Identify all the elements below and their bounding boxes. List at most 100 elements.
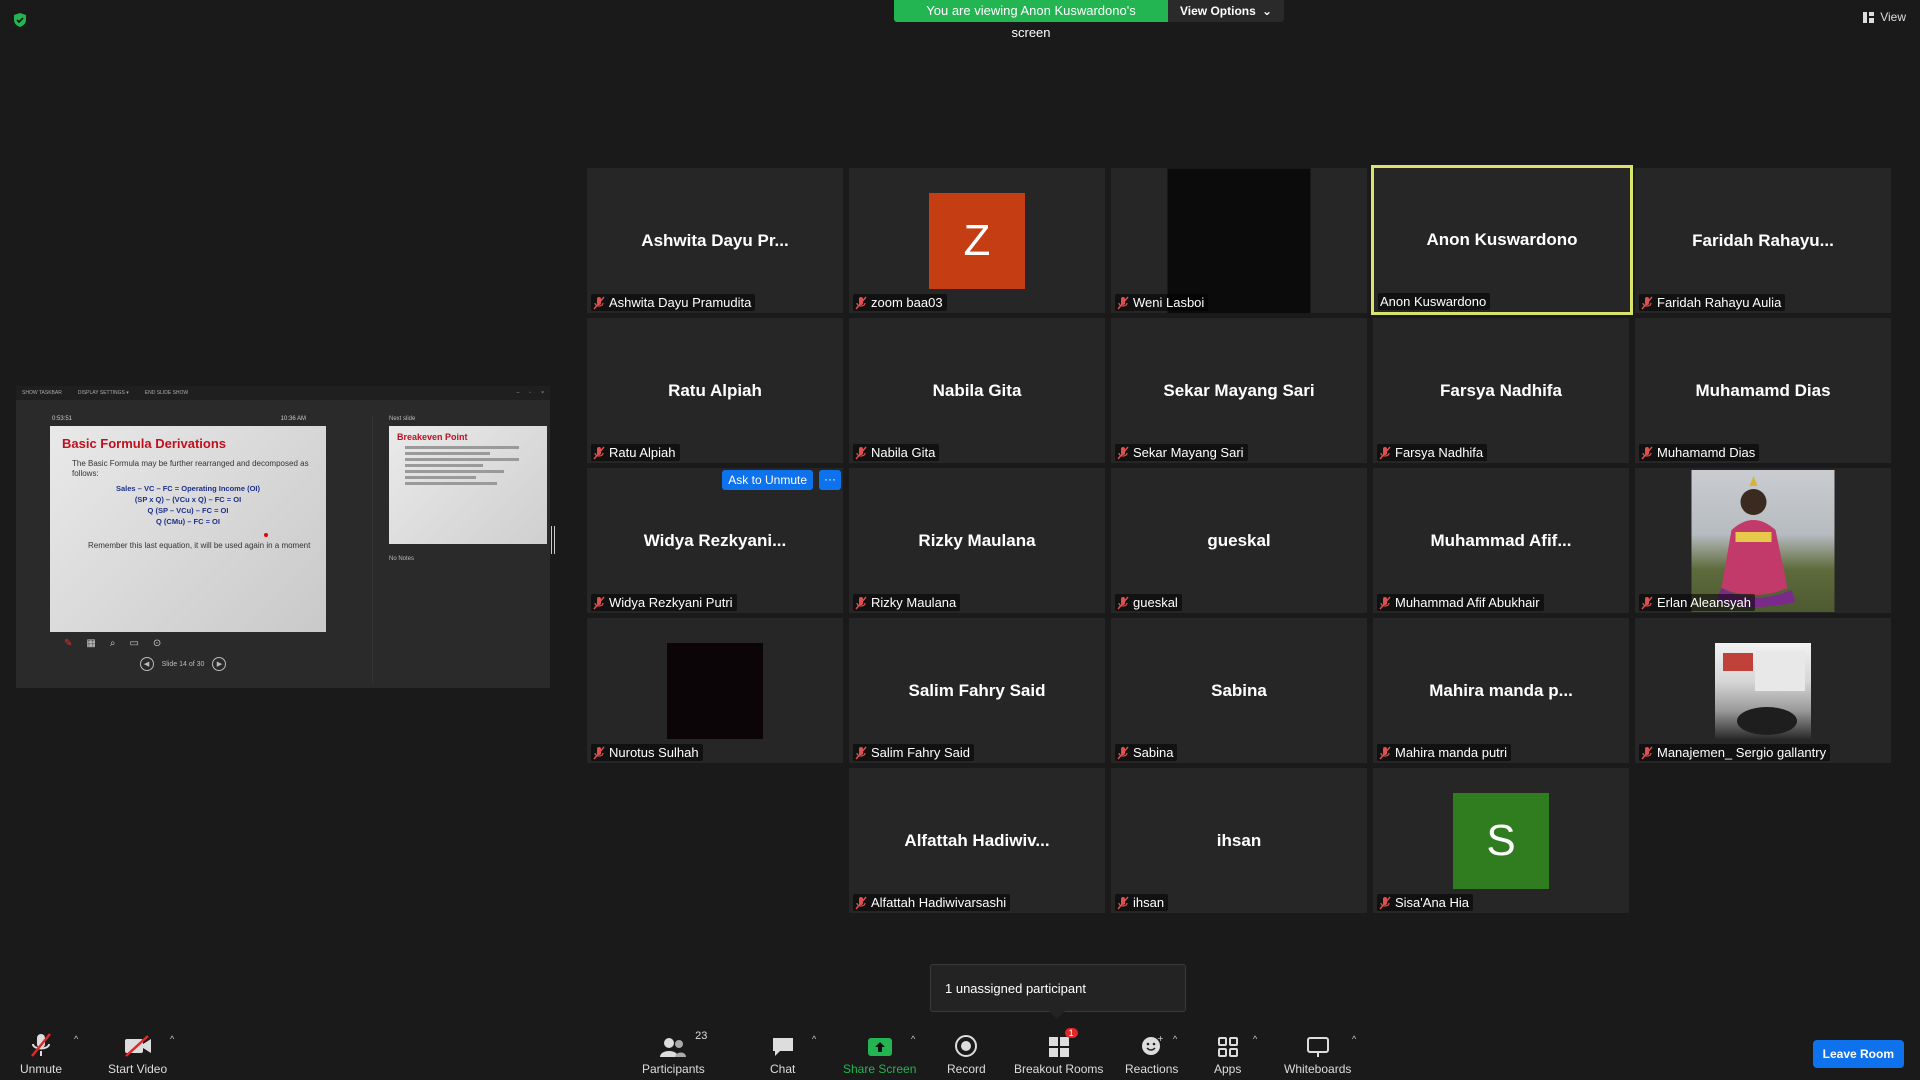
chat-label: Chat <box>770 1062 796 1076</box>
muted-mic-icon <box>1641 446 1653 460</box>
participant-tile[interactable]: Widya Rezkyani... Ask to Unmute ··· Widya R… <box>587 468 843 613</box>
chat-button[interactable]: Chat <box>770 1032 795 1076</box>
participant-name-label: gueskal <box>1115 594 1182 611</box>
pen-icon[interactable]: ✎ <box>64 638 72 649</box>
show-taskbar-item: SHOW TASKBAR <box>22 390 62 396</box>
ask-to-unmute-button[interactable]: Ask to Unmute <box>722 470 813 490</box>
apps-options-caret[interactable]: ^ <box>1253 1034 1257 1044</box>
participant-tile[interactable]: Mahira manda p... Mahira manda putri <box>1373 618 1629 763</box>
participant-tile[interactable]: Manajemen_ Sergio gallantry <box>1635 618 1891 763</box>
participant-tile[interactable]: Faridah Rahayu... Faridah Rahayu Aulia <box>1635 168 1891 313</box>
participant-tile[interactable]: Ratu Alpiah Ratu Alpiah <box>587 318 843 463</box>
next-slide-line <box>405 452 491 455</box>
reactions-button[interactable]: + Reactions <box>1125 1032 1178 1076</box>
participant-tile[interactable]: gueskal gueskal <box>1111 468 1367 613</box>
next-slide-label: Next slide <box>389 416 416 422</box>
view-options-label: View Options <box>1180 4 1256 18</box>
participant-tile[interactable]: Alfattah Hadiwiv... Alfattah Hadiwivarsas… <box>849 768 1105 913</box>
display-settings-item: DISPLAY SETTINGS ▾ <box>77 390 129 396</box>
participant-tile[interactable]: Farsya Nadhifa Farsya Nadhifa <box>1373 318 1629 463</box>
breakout-rooms-button[interactable]: 1 Breakout Rooms <box>1014 1028 1103 1076</box>
chat-icon <box>772 1038 793 1056</box>
record-button[interactable]: Record <box>947 1032 986 1076</box>
next-slide-line <box>405 446 519 449</box>
more-options-icon[interactable]: ⊙ <box>153 638 161 649</box>
participant-video <box>1715 642 1811 739</box>
participant-tile[interactable]: Muhammad Afif... Muhammad Afif Abukhair <box>1373 468 1629 613</box>
participant-tile[interactable]: Nabila Gita Nabila Gita <box>849 318 1105 463</box>
reactions-options-caret[interactable]: ^ <box>1173 1034 1177 1044</box>
previous-slide-icon[interactable]: ◀ <box>139 657 154 671</box>
participant-name-label: Faridah Rahayu Aulia <box>1639 294 1786 311</box>
all-slides-icon[interactable]: ▦ <box>86 638 95 649</box>
participant-video <box>667 642 763 739</box>
next-slide-line <box>405 476 476 479</box>
participant-tile[interactable]: Rizky Maulana Rizky Maulana <box>849 468 1105 613</box>
participant-name: Muhammad Afif Abukhair <box>1395 595 1540 610</box>
muted-mic-icon <box>1379 746 1391 760</box>
more-options-icon[interactable]: ··· <box>819 470 841 490</box>
viewing-screen-text: You are viewing Anon Kuswardono's screen <box>894 0 1168 40</box>
participant-name: gueskal <box>1133 595 1178 610</box>
muted-mic-icon <box>1641 296 1653 310</box>
pointer-icon[interactable]: ▭ <box>129 638 138 649</box>
participant-display-name: ihsan <box>1216 830 1262 850</box>
view-button[interactable]: View <box>1863 10 1906 24</box>
start-video-label: Start Video <box>108 1062 168 1076</box>
participant-tile[interactable]: Salim Fahry Said Salim Fahry Said <box>849 618 1105 763</box>
muted-mic-icon <box>855 296 867 310</box>
presenter-taskbar: SHOW TASKBAR DISPLAY SETTINGS ▾ END SLID… <box>16 386 550 400</box>
presenter-clock: 10:36 AM <box>280 416 306 422</box>
unassigned-participant-tooltip: 1 unassigned participant <box>930 964 1186 1019</box>
participant-tile[interactable]: Sabina Sabina <box>1111 618 1367 763</box>
participant-tile[interactable]: Muhamamd Dias Muhamamd Dias <box>1635 318 1891 463</box>
unmute-label: Unmute <box>20 1062 63 1076</box>
video-options-caret[interactable]: ^ <box>170 1034 174 1044</box>
participant-name: Salim Fahry Said <box>871 745 970 760</box>
elapsed-time: 0:53:51 <box>52 416 73 422</box>
share-options-caret[interactable]: ^ <box>911 1034 915 1044</box>
participant-display-name: Faridah Rahayu... <box>1692 230 1834 250</box>
apps-button[interactable]: Apps <box>1214 1032 1241 1076</box>
next-slide-icon[interactable]: ▶ <box>212 657 227 671</box>
participant-display-name: Mahira manda p... <box>1429 680 1573 700</box>
participant-tile[interactable]: ihsan ihsan <box>1111 768 1367 913</box>
view-options-button[interactable]: View Options ⌄ <box>1168 0 1284 22</box>
grid-view-icon <box>1863 11 1875 23</box>
muted-mic-icon <box>1379 596 1391 610</box>
window-controls: – ▫ × <box>516 390 544 396</box>
participant-name: Ratu Alpiah <box>609 445 676 460</box>
next-slide-line <box>405 482 498 485</box>
audio-options-caret[interactable]: ^ <box>74 1034 78 1044</box>
participant-tile[interactable]: Erlan Aleansyah <box>1635 468 1891 613</box>
participant-tile[interactable]: Nurotus Sulhah <box>587 618 843 763</box>
participant-tile[interactable]: Weni Lasboi <box>1111 168 1367 313</box>
muted-mic-icon <box>593 746 605 760</box>
whiteboards-options-caret[interactable]: ^ <box>1352 1034 1356 1044</box>
participant-tile[interactable]: S Sisa'Ana Hia <box>1373 768 1629 913</box>
chat-options-caret[interactable]: ^ <box>812 1034 816 1044</box>
participant-tile[interactable]: Sekar Mayang Sari Sekar Mayang Sari <box>1111 318 1367 463</box>
zoom-icon[interactable]: ⌕ <box>110 638 116 649</box>
participant-display-name: Nabila Gita <box>932 380 1022 400</box>
shared-screen[interactable]: SHOW TASKBAR DISPLAY SETTINGS ▾ END SLID… <box>16 386 550 688</box>
unmute-button[interactable]: Unmute <box>20 1032 62 1076</box>
security-shield-icon[interactable] <box>12 12 28 28</box>
start-video-button[interactable]: Start Video <box>108 1032 167 1076</box>
muted-mic-icon <box>31 1033 51 1057</box>
participant-tile[interactable]: Ashwita Dayu Pr... Ashwita Dayu Pramudita <box>587 168 843 313</box>
whiteboards-button[interactable]: Whiteboards <box>1284 1032 1351 1076</box>
leave-room-button[interactable]: Leave Room <box>1812 1040 1904 1068</box>
share-screen-button[interactable]: Share Screen <box>843 1032 916 1076</box>
slide-bullet: The Basic Formula may be further rearran… <box>72 459 309 478</box>
participant-name-label: ihsan <box>1115 894 1169 911</box>
splitter-handle[interactable] <box>551 526 555 554</box>
next-slide-line <box>405 464 484 467</box>
participant-name: Alfattah Hadiwivarsashi <box>871 895 1007 910</box>
participants-button[interactable]: 23 Participants <box>642 1030 707 1076</box>
participant-display-name: Anon Kuswardono <box>1426 230 1578 249</box>
participant-name: Nurotus Sulhah <box>609 745 699 760</box>
muted-mic-icon <box>1641 746 1653 760</box>
participant-tile[interactable]: Anon Kuswardono Anon Kuswardono <box>1371 165 1633 315</box>
participant-tile[interactable]: Zzoom baa03 <box>849 168 1105 313</box>
